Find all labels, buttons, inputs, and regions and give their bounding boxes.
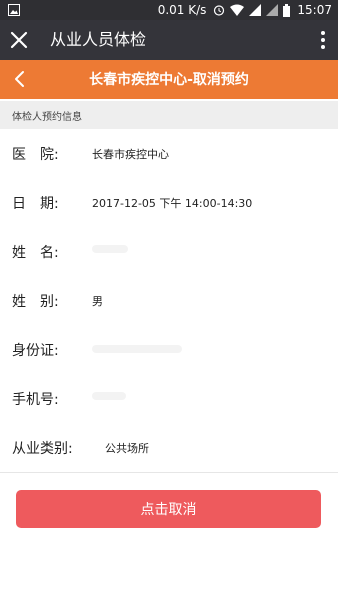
page-title: 长春市疾控中心-取消预约 (89, 72, 249, 88)
field-row-gender: 姓 别: 男 (0, 276, 338, 326)
field-row-category: 从业类别: 公共场所 (0, 423, 338, 473)
field-value: 公共场所 (105, 442, 149, 455)
signal-icon-2 (266, 4, 279, 16)
status-bar: 0.01 K/s 15:07 (0, 0, 338, 20)
image-icon (8, 4, 20, 16)
field-label: 从业类别: (12, 441, 73, 457)
field-label: 医 院: (12, 147, 59, 163)
field-value: 男 (92, 295, 103, 308)
section-header: 体检人预约信息 (0, 101, 338, 130)
section-title: 体检人预约信息 (12, 112, 82, 123)
app-title: 从业人员体检 (50, 30, 147, 49)
field-row-name: 姓 名: (0, 227, 338, 277)
cancel-appointment-button[interactable]: 点击取消 (16, 490, 321, 528)
field-row-hospital: 医 院: 长春市疾控中心 (0, 129, 338, 179)
field-label: 姓 名: (12, 245, 59, 261)
redacted-value (92, 245, 128, 253)
app-bar: 从业人员体检 (0, 20, 338, 60)
network-speed: 0.01 K/s (157, 3, 207, 17)
field-label: 身份证: (12, 343, 59, 359)
battery-icon (283, 3, 291, 17)
redacted-value (92, 345, 182, 353)
field-label: 手机号: (12, 392, 59, 408)
field-label: 姓 别: (12, 294, 59, 310)
field-row-id: 身份证: (0, 325, 338, 375)
signal-icon (249, 4, 262, 16)
field-row-date: 日 期: 2017-12-05 下午 14:00-14:30 (0, 178, 338, 228)
wifi-icon (230, 4, 245, 16)
alarm-icon (214, 5, 225, 16)
field-value: 长春市疾控中心 (92, 148, 169, 161)
field-value: 2017-12-05 下午 14:00-14:30 (92, 197, 253, 210)
field-label: 日 期: (12, 196, 59, 212)
redacted-value (92, 392, 126, 400)
page-header: 长春市疾控中心-取消预约 (0, 60, 338, 99)
field-row-phone: 手机号: (0, 374, 338, 424)
close-icon[interactable] (10, 31, 28, 49)
more-vertical-icon[interactable] (320, 30, 326, 50)
clock: 15:07 (297, 3, 332, 17)
